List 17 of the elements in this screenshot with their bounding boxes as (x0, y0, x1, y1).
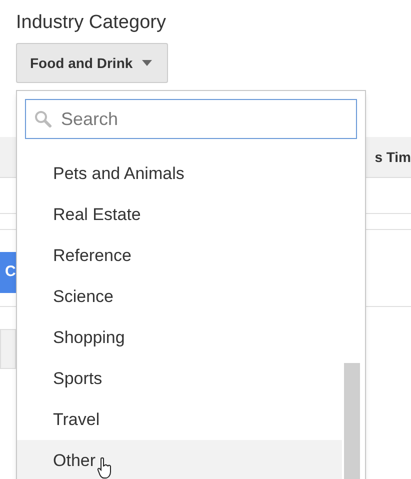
menu-item[interactable]: Shopping (17, 317, 342, 358)
field-label: Industry Category (16, 11, 167, 35)
menu-item[interactable]: Real Estate (17, 194, 342, 235)
primary-button[interactable]: C (0, 252, 16, 293)
menu-item[interactable]: Travel (17, 399, 342, 440)
menu-item[interactable]: Science (17, 276, 342, 317)
menu-item[interactable]: Pets and Animals (17, 153, 342, 194)
search-icon (34, 110, 52, 128)
category-dropdown[interactable]: Food and Drink (16, 43, 168, 83)
hand-cursor-icon (96, 456, 113, 478)
menu-item[interactable]: Other (17, 440, 342, 479)
column-header: s Tim (374, 148, 411, 166)
menu-item[interactable]: Sports (17, 358, 342, 399)
caret-icon (142, 60, 152, 66)
menu-item[interactable]: Reference (17, 235, 342, 276)
secondary-button[interactable] (0, 329, 16, 369)
search-field[interactable]: Search (25, 99, 357, 139)
